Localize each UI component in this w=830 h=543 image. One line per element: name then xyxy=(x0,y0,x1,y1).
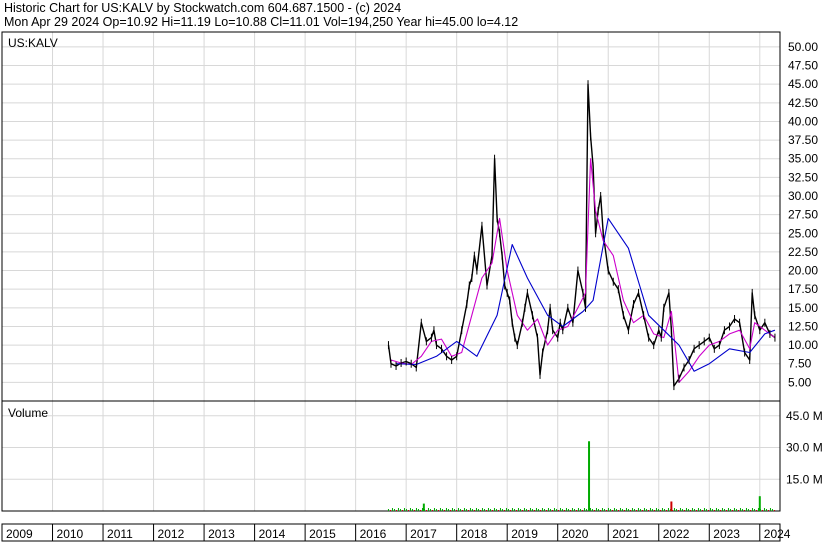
price-panel-frame xyxy=(1,31,781,402)
price-tick-label: 30.00 xyxy=(788,189,818,203)
price-panel-title: US:KALV xyxy=(8,36,58,50)
volume-bars xyxy=(387,441,775,511)
price-tick-label: 50.00 xyxy=(788,40,818,54)
year-tick-label: 2011 xyxy=(107,527,133,541)
year-tick-label: 2018 xyxy=(461,527,488,541)
year-tick-label: 2014 xyxy=(259,527,286,541)
year-tick-label: 2016 xyxy=(360,527,387,541)
volume-panel-title: Volume xyxy=(8,406,48,420)
volume-tick-label: 15.0 M xyxy=(786,472,823,486)
year-tick-label: 2024 xyxy=(764,527,791,541)
price-tick-label: 40.00 xyxy=(788,114,818,128)
price-tick-label: 25.00 xyxy=(788,226,818,240)
price-tick-label: 17.50 xyxy=(788,282,818,296)
year-tick-label: 2017 xyxy=(410,527,437,541)
price-tick-label: 42.50 xyxy=(788,96,818,110)
price-tick-label: 15.00 xyxy=(788,301,818,315)
volume-panel-frame xyxy=(1,400,781,512)
price-y-axis: 50.00 47.50 45.00 42.50 40.00 37.50 35.00 32.50… xyxy=(788,40,818,389)
price-tick-label: 7.50 xyxy=(788,357,812,371)
year-tick-label: 2021 xyxy=(612,527,639,541)
price-tick-label: 10.00 xyxy=(788,338,818,352)
price-tick-label: 27.50 xyxy=(788,208,818,222)
year-tick-label: 2009 xyxy=(6,527,33,541)
price-tick-label: 35.00 xyxy=(788,152,818,166)
price-tick-label: 45.00 xyxy=(788,77,818,91)
year-tick-label: 2010 xyxy=(57,527,84,541)
date-x-axis: 2009 2010 2011 2012 2013 2014 2015 2016 2017 2018… xyxy=(1,524,791,541)
stock-chart: US:KALV Volume 50.00 47.50 45.00 42.50 40.00… xyxy=(1,31,823,542)
price-series xyxy=(387,80,776,391)
year-tick-label: 2019 xyxy=(511,527,538,541)
price-tick-label: 22.50 xyxy=(788,245,818,259)
year-tick-label: 2020 xyxy=(562,527,589,541)
grid xyxy=(1,32,780,511)
volume-y-axis: 45.0 M 30.0 M 15.0 M xyxy=(786,409,823,486)
price-tick-label: 32.50 xyxy=(788,170,818,184)
year-tick-label: 2015 xyxy=(309,527,336,541)
price-tick-label: 37.50 xyxy=(788,133,818,147)
price-tick-label: 20.00 xyxy=(788,264,818,278)
year-tick-label: 2012 xyxy=(158,527,185,541)
year-tick-label: 2013 xyxy=(208,527,235,541)
price-line xyxy=(387,83,776,387)
volume-tick-label: 30.0 M xyxy=(786,441,823,455)
price-tick-label: 12.50 xyxy=(788,319,818,333)
year-tick-label: 2023 xyxy=(713,527,740,541)
volume-tick-label: 45.0 M xyxy=(786,409,823,423)
price-tick-label: 47.50 xyxy=(788,59,818,73)
year-tick-label: 2022 xyxy=(663,527,690,541)
price-tick-label: 5.00 xyxy=(788,375,812,389)
